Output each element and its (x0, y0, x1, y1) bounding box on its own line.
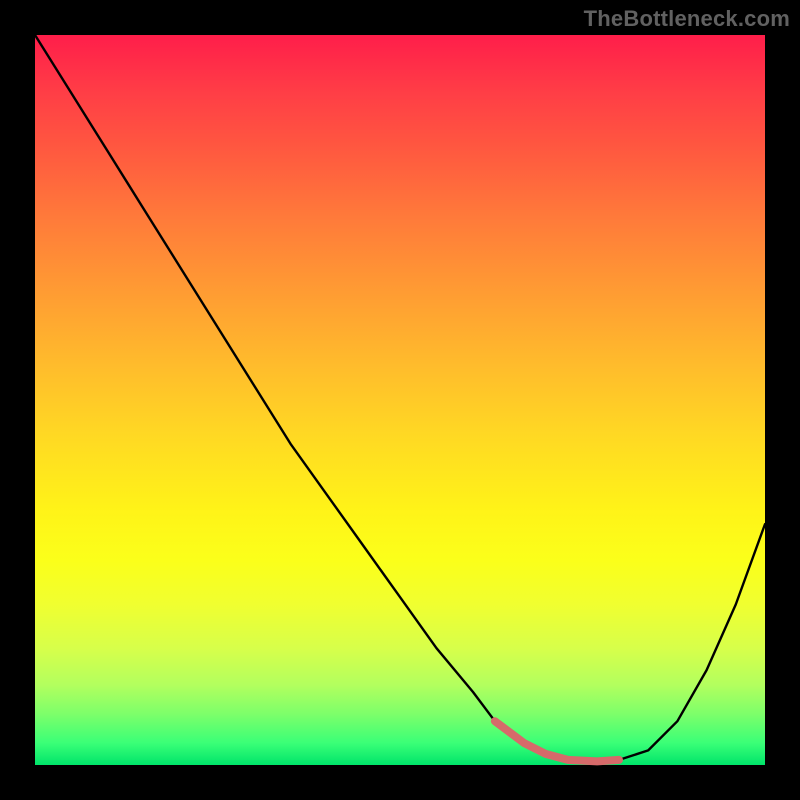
chart-frame: TheBottleneck.com (0, 0, 800, 800)
watermark-text: TheBottleneck.com (584, 6, 790, 32)
plot-area (35, 35, 765, 765)
highlight-curve-path (495, 721, 619, 761)
chart-svg (35, 35, 765, 765)
main-curve-path (35, 35, 765, 761)
